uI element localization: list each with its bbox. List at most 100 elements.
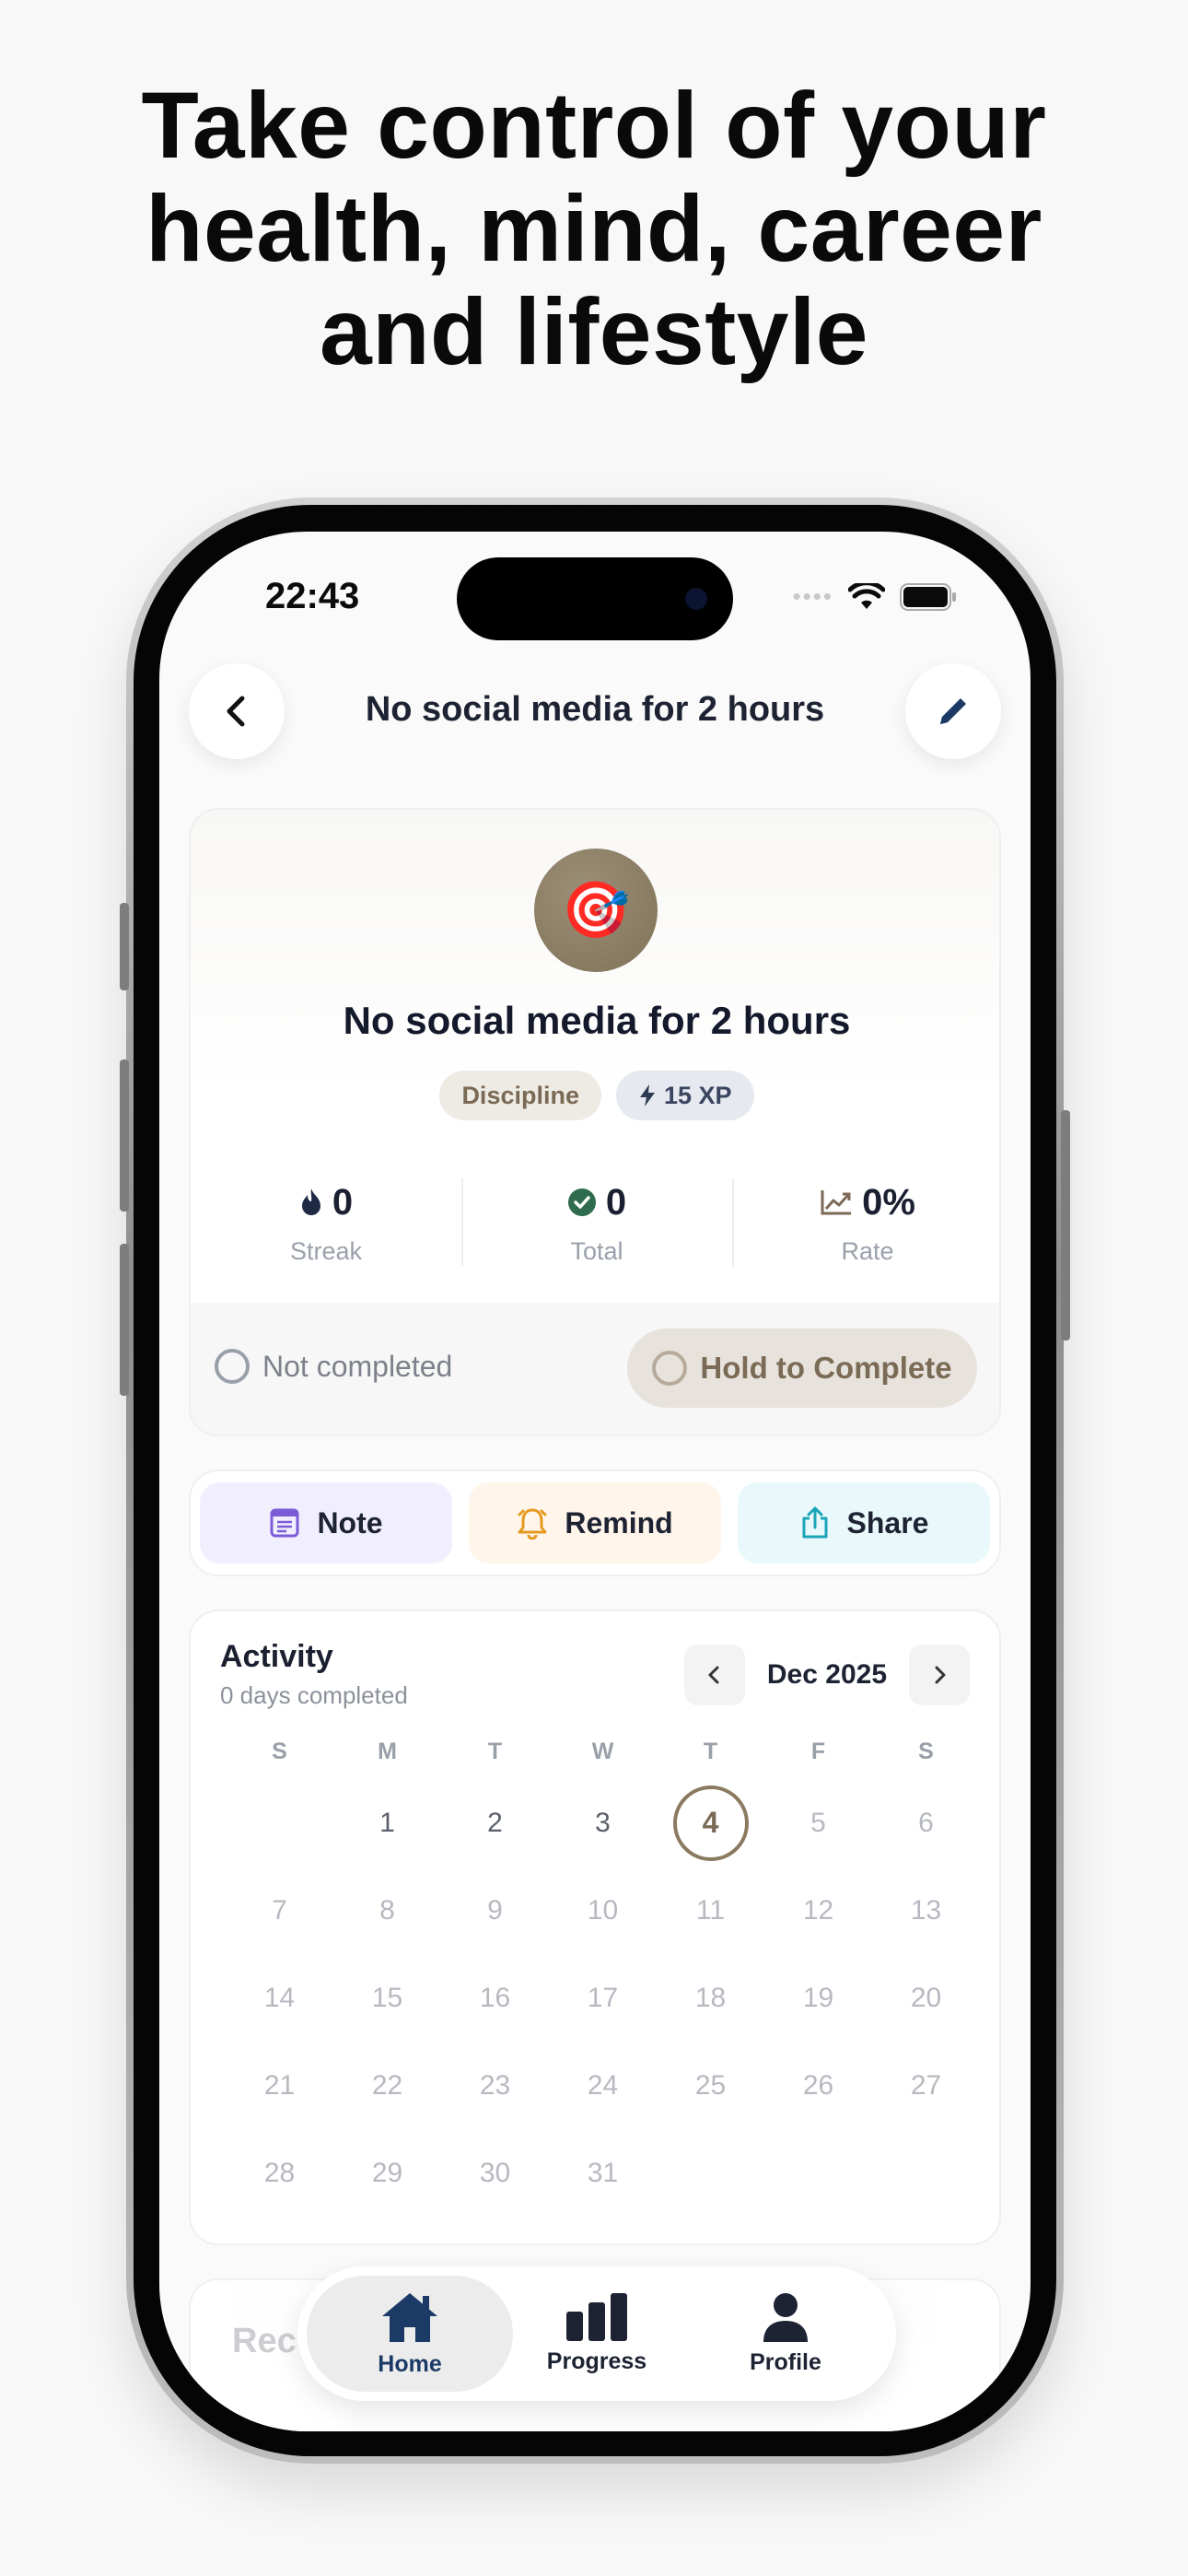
chevron-right-icon — [935, 1666, 946, 1684]
calendar-day[interactable]: 16 — [441, 1954, 549, 2042]
tab-home-label: Home — [378, 2350, 442, 2377]
activity-card: Activity 0 days completed Dec 2025 S M T W T… — [189, 1610, 1001, 2245]
volume-up-button — [120, 1060, 129, 1212]
xp-label: 15 XP — [663, 1081, 732, 1109]
calendar-day[interactable]: 7 — [226, 1867, 333, 1954]
calendar-day[interactable]: 28 — [226, 2129, 333, 2217]
calendar-day[interactable]: 17 — [549, 1954, 657, 2042]
status-icons: •••• — [793, 582, 957, 611]
calendar-day-number: 31 — [587, 2157, 619, 2188]
calendar-day-number: 10 — [587, 1894, 619, 1926]
calendar-day[interactable]: 12 — [764, 1867, 872, 1954]
calendar-day[interactable]: 6 — [872, 1779, 980, 1867]
calendar-day-number: 23 — [479, 2069, 511, 2101]
prev-month-button[interactable] — [683, 1645, 745, 1705]
calendar-day[interactable]: 8 — [333, 1867, 441, 1954]
wifi-icon — [848, 582, 885, 609]
calendar-day[interactable]: 24 — [549, 2042, 657, 2129]
calendar-day[interactable]: 10 — [549, 1867, 657, 1954]
share-label: Share — [846, 1505, 929, 1540]
house-icon — [382, 2292, 437, 2342]
total-label: Total — [570, 1237, 623, 1265]
completion-strip: Not completed Hold to Complete — [191, 1303, 999, 1434]
calendar-day[interactable]: 9 — [441, 1867, 549, 1954]
stat-rate: 0% Rate — [732, 1178, 999, 1280]
calendar-day-number: 26 — [802, 2069, 834, 2101]
calendar-day-number: 29 — [371, 2157, 403, 2188]
calendar-day[interactable]: 2 — [441, 1779, 549, 1867]
xp-badge: 15 XP — [615, 1071, 754, 1120]
habit-card: 🎯 No social media for 2 hours Discipline… — [189, 808, 1001, 1436]
battery-icon — [900, 582, 956, 611]
calendar-day[interactable]: 30 — [441, 2129, 549, 2217]
calendar-day[interactable]: 18 — [657, 1954, 764, 2042]
habit-tags: Discipline 15 XP — [191, 1071, 999, 1120]
weekday-header: SMTWTFS — [226, 1739, 980, 1765]
calendar-day[interactable]: 21 — [226, 2042, 333, 2129]
hold-to-complete-button[interactable]: Hold to Complete — [627, 1329, 977, 1408]
calendar-day[interactable]: 26 — [764, 2042, 872, 2129]
headline-line-2: health, mind, career — [146, 176, 1042, 281]
calendar-day[interactable]: 23 — [441, 2042, 549, 2129]
calendar-day[interactable]: 19 — [764, 1954, 872, 2042]
pencil-icon — [940, 698, 966, 724]
page-title: No social media for 2 hours — [365, 690, 825, 729]
note-icon — [270, 1508, 299, 1538]
weekday-label: T — [487, 1739, 503, 1764]
calendar-day[interactable]: 1 — [333, 1779, 441, 1867]
empty-circle-icon — [652, 1351, 688, 1386]
calendar-blank-cell — [226, 1779, 333, 1867]
signal-dots-icon: •••• — [792, 582, 833, 610]
bell-icon — [518, 1508, 547, 1540]
headline-line-1: Take control of your — [141, 73, 1047, 178]
stats-row: 0 Streak 0 Total 0% Rate — [191, 1178, 999, 1280]
calendar-day[interactable]: 20 — [872, 1954, 980, 2042]
calendar-day[interactable]: 15 — [333, 1954, 441, 2042]
action-row: Note Remind Share — [189, 1469, 1001, 1576]
calendar-day-number: 12 — [802, 1894, 834, 1926]
trend-chart-icon — [821, 1190, 852, 1215]
calendar-day[interactable]: 13 — [872, 1867, 980, 1954]
remind-button[interactable]: Remind — [469, 1482, 721, 1563]
category-label: Discipline — [461, 1081, 579, 1109]
calendar-day[interactable]: 14 — [226, 1954, 333, 2042]
calendar-day[interactable]: 27 — [872, 2042, 980, 2129]
rate-value: 0% — [862, 1181, 915, 1223]
calendar-day[interactable]: 31 — [549, 2129, 657, 2217]
calendar-day[interactable]: 22 — [333, 2042, 441, 2129]
calendar-day-number: 25 — [694, 2069, 727, 2101]
weekday-label: M — [378, 1739, 397, 1764]
tab-progress[interactable]: Progress — [494, 2276, 700, 2392]
camera-icon — [685, 588, 707, 610]
target-icon: 🎯 — [561, 879, 631, 941]
note-button[interactable]: Note — [200, 1482, 452, 1563]
calendar-day[interactable]: 11 — [657, 1867, 764, 1954]
power-button — [1061, 1110, 1070, 1341]
calendar-day[interactable]: 25 — [657, 2042, 764, 2129]
stat-total: 0 Total — [461, 1178, 732, 1280]
calendar-day-number: 14 — [263, 1982, 296, 2013]
completion-status: Not completed — [215, 1349, 452, 1384]
calendar-day-number: 2 — [487, 1807, 503, 1838]
share-button[interactable]: Share — [738, 1482, 990, 1563]
check-circle-icon — [567, 1188, 596, 1216]
headline: Take control of your health, mind, caree… — [0, 74, 1188, 383]
next-month-button[interactable] — [909, 1645, 970, 1705]
edit-button[interactable] — [905, 663, 1001, 759]
calendar-day[interactable]: 29 — [333, 2129, 441, 2217]
completion-status-label: Not completed — [262, 1349, 453, 1383]
calendar-day-today[interactable]: 4 — [657, 1779, 764, 1867]
flame-icon — [301, 1188, 320, 1215]
weekday-label: T — [703, 1739, 718, 1764]
calendar-day-number: 28 — [263, 2157, 296, 2188]
headline-line-3: and lifestyle — [319, 279, 869, 384]
tab-profile[interactable]: Profile — [682, 2276, 889, 2392]
weekday-label: S — [918, 1739, 934, 1764]
calendar-day[interactable]: 3 — [549, 1779, 657, 1867]
calendar-day-number: 30 — [479, 2157, 511, 2188]
calendar-day-number: 8 — [379, 1894, 395, 1926]
calendar-day-number: 24 — [587, 2069, 619, 2101]
tab-home[interactable]: Home — [307, 2276, 513, 2392]
calendar-day[interactable]: 5 — [764, 1779, 872, 1867]
calendar-day-number: 19 — [802, 1982, 834, 2013]
